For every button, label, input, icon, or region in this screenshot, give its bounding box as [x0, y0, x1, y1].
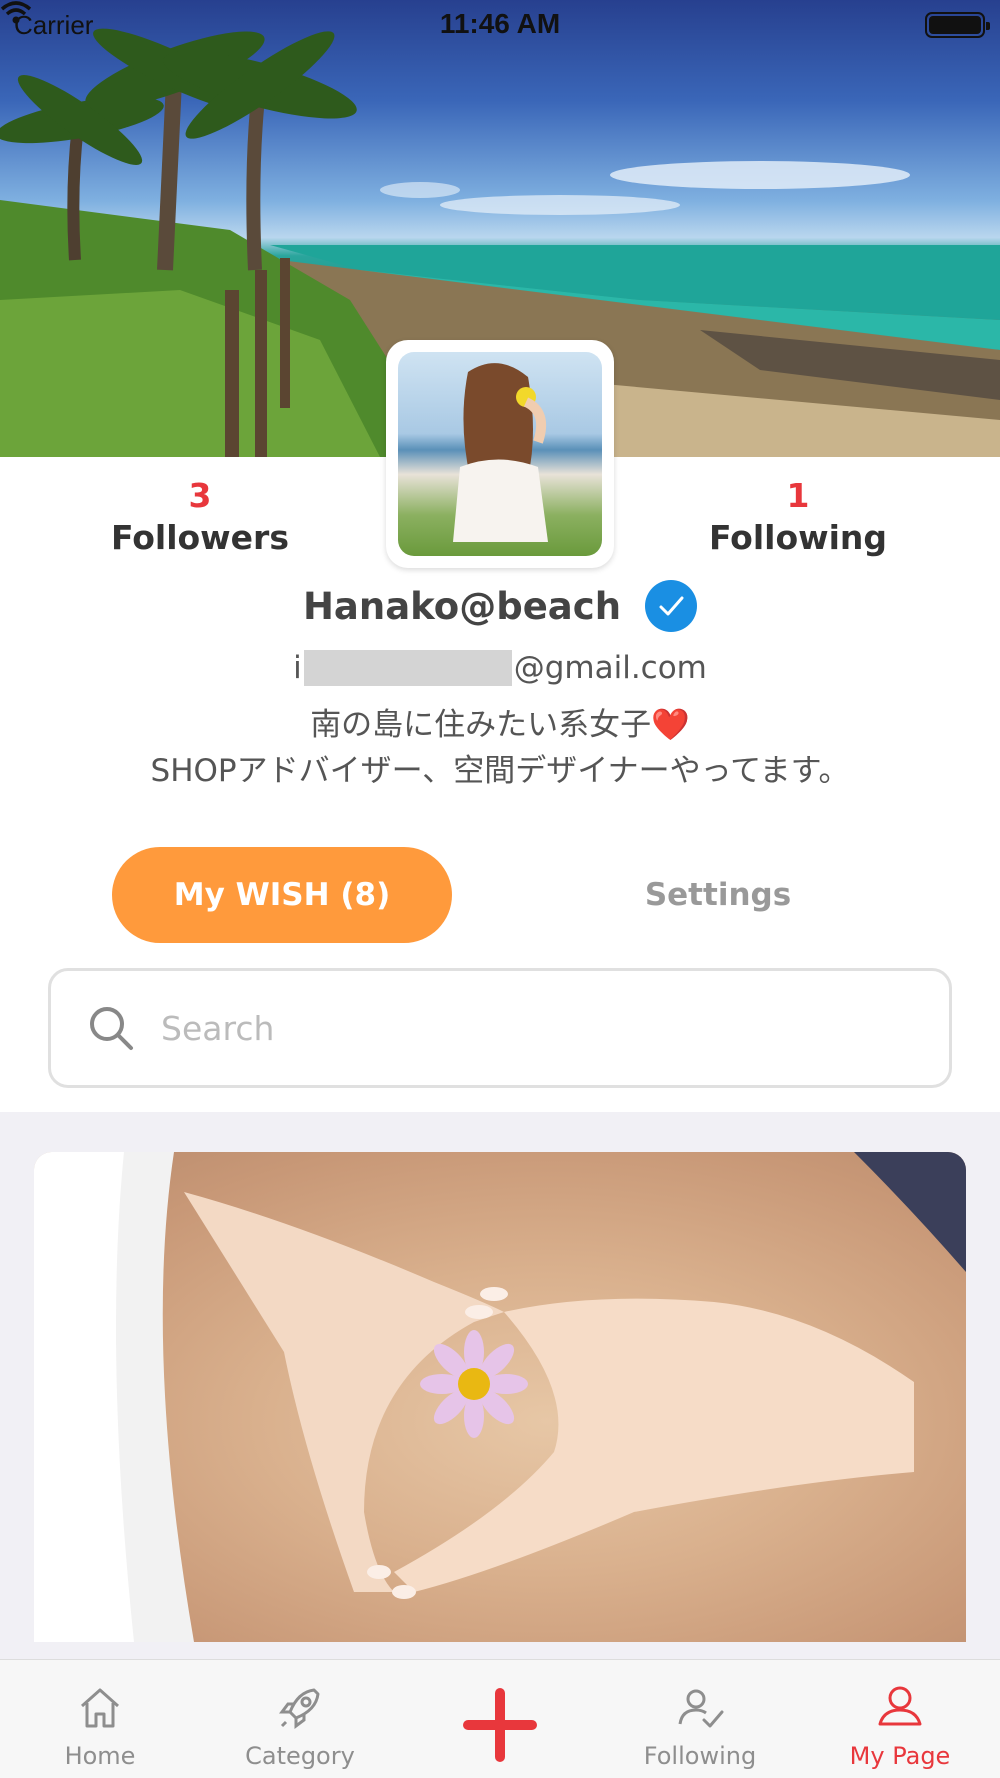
following-stat[interactable]: 1 Following — [668, 476, 928, 560]
profile-avatar[interactable] — [386, 340, 614, 568]
tab-settings[interactable]: Settings — [588, 847, 848, 943]
followers-label: Followers — [111, 518, 289, 557]
bio-line-2: SHOPアドバイザー、空間デザイナーやってます。 — [150, 753, 850, 789]
profile-bio: 南の島に住みたい系女子❤️ SHOPアドバイザー、空間デザイナーやってます。 — [0, 702, 1000, 794]
email-prefix: i — [293, 650, 302, 686]
name-row: Hanako@beach — [0, 580, 1000, 632]
bottom-tab-bar: Home Category Following My Page — [0, 1659, 1000, 1778]
followers-stat[interactable]: 3 Followers — [70, 476, 330, 560]
email-domain: @gmail.com — [513, 650, 707, 686]
tab-following[interactable]: Following — [600, 1660, 800, 1778]
tab-category[interactable]: Category — [200, 1660, 400, 1778]
bio-line-1: 南の島に住みたい系女子❤️ — [310, 707, 690, 743]
email-redaction — [303, 650, 512, 686]
rocket-icon — [279, 1688, 320, 1729]
add-button[interactable] — [450, 1680, 550, 1770]
tab-category-label: Category — [245, 1742, 355, 1770]
avatar-image — [398, 352, 602, 556]
search-icon — [90, 1007, 133, 1050]
user-icon — [878, 1686, 922, 1726]
verified-badge-icon — [645, 580, 698, 632]
following-count: 1 — [786, 476, 810, 515]
tab-following-label: Following — [643, 1742, 757, 1770]
wish-card-image — [34, 1152, 966, 1642]
wish-card[interactable] — [34, 1152, 966, 1642]
tab-home[interactable]: Home — [0, 1660, 200, 1778]
status-time: 11:46 AM — [439, 8, 561, 39]
wish-feed — [0, 1112, 1000, 1660]
tab-my-page-label: My Page — [849, 1742, 951, 1770]
tab-home-label: Home — [64, 1742, 136, 1770]
search-bar[interactable] — [48, 968, 952, 1088]
home-icon — [81, 1688, 119, 1728]
tab-my-page[interactable]: My Page — [800, 1660, 1000, 1778]
following-label: Following — [708, 518, 888, 557]
battery-icon — [925, 12, 990, 38]
followers-count: 3 — [188, 476, 212, 515]
profile-name: Hanako@beach — [302, 584, 622, 628]
status-bar: Carrier 11:46 AM — [0, 0, 1000, 50]
profile-email: i @gmail.com — [0, 650, 1000, 686]
user-check-icon — [678, 1689, 724, 1728]
add-icon — [463, 1688, 537, 1762]
tab-my-wish[interactable]: My WISH (8) — [112, 847, 452, 943]
search-input[interactable] — [161, 1008, 861, 1048]
